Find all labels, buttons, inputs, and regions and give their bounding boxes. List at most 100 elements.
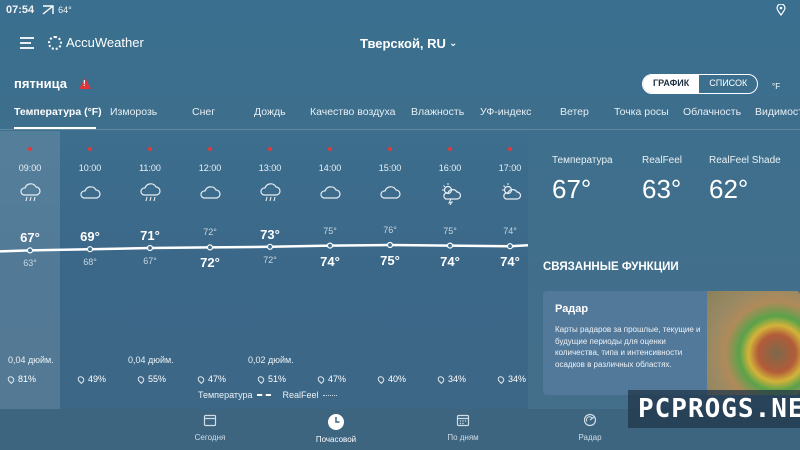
hour-humidity: 34%	[496, 374, 526, 384]
temperature-point	[266, 243, 274, 250]
hour-temperature: 67°	[20, 230, 40, 246]
tab-humidity[interactable]: Влажность	[411, 106, 464, 118]
view-toggle: ГРАФИК СПИСОК	[642, 74, 759, 94]
tab-rain[interactable]: Дождь	[254, 106, 286, 118]
hour-time: 16:00	[438, 163, 462, 173]
location-icon	[776, 4, 786, 16]
alert-dot	[268, 147, 272, 151]
hour-humidity: 55%	[136, 374, 166, 384]
cloud-icon	[80, 186, 101, 199]
chart-view-button[interactable]: ГРАФИК	[643, 75, 700, 93]
temperature-point	[506, 243, 514, 250]
nav-hourly-label: Почасовой	[315, 435, 357, 444]
hour-realfeel: 63°	[23, 258, 37, 269]
metric-tabs: Температура (°F) Изморозь Снег Дождь Кач…	[0, 98, 800, 130]
hour-humidity: 47%	[316, 374, 347, 384]
temperature-point	[146, 244, 154, 252]
tab-wind[interactable]: Ветер	[560, 106, 589, 118]
active-tab-indicator	[14, 127, 96, 129]
hour-humidity: 51%	[256, 374, 287, 384]
cloud-icon	[320, 186, 341, 199]
hour-realfeel: 74°	[320, 253, 340, 269]
cloud-icon	[380, 186, 401, 199]
hour-precipitation: 0,02 дюйм.	[248, 355, 294, 365]
hour-column[interactable]: 16:00	[420, 147, 480, 205]
metric-realfeel-value: 63°	[642, 174, 682, 204]
hour-column[interactable]: 12:00	[180, 147, 240, 205]
alert-dot	[208, 147, 212, 151]
alert-dot	[508, 147, 512, 151]
metric-temperature-label: Температура	[552, 155, 613, 166]
humidity-value: 34%	[448, 374, 467, 384]
droplet-icon	[6, 374, 16, 384]
radar-card[interactable]: Радар Карты радаров за прошлые, текущие …	[543, 291, 800, 395]
metric-temperature-value: 67°	[552, 174, 592, 204]
temperature-point	[26, 247, 34, 254]
nav-hourly[interactable]: Почасовой	[291, 413, 381, 444]
alert-dot	[28, 147, 32, 151]
hour-temperature: 73°	[260, 226, 280, 242]
nav-daily[interactable]: По дням	[418, 413, 508, 442]
droplet-icon	[316, 374, 326, 384]
hour-time: 12:00	[198, 163, 222, 173]
menu-icon[interactable]	[20, 37, 34, 49]
legend-temperature-line	[256, 394, 271, 396]
unit-label[interactable]: °F	[772, 82, 780, 91]
hour-temperature: 69°	[80, 229, 100, 245]
tab-cloud-cover[interactable]: Облачность	[683, 106, 741, 118]
city-name: Тверской, RU	[360, 36, 446, 51]
hour-column[interactable]: 13:00	[240, 147, 300, 205]
metric-temperature: Температура 67°	[552, 155, 613, 205]
hour-column[interactable]: 10:00	[60, 147, 120, 205]
hour-precipitation: 0,04 дюйм.	[128, 355, 174, 365]
hour-humidity: 34%	[436, 374, 467, 384]
nav-radar[interactable]: Радар	[545, 413, 635, 442]
legend-temperature: Температура	[198, 390, 253, 400]
tab-snow[interactable]: Снег	[192, 106, 215, 118]
droplet-icon	[496, 374, 506, 384]
hour-temperature-secondary: 75°	[323, 225, 337, 236]
humidity-value: 47%	[328, 374, 347, 384]
hourly-chart[interactable]: 09:00 67° 63° 0,04 дюйм. 81% 10:00 69° 68° 49% 11…	[0, 131, 528, 409]
nav-daily-label: По дням	[447, 433, 479, 442]
hour-column[interactable]: 14:00	[300, 147, 360, 205]
tab-visibility[interactable]: Видимость	[755, 106, 800, 118]
list-view-button[interactable]: СПИСОК	[699, 75, 757, 93]
tab-frost[interactable]: Изморозь	[110, 106, 157, 118]
hour-humidity: 49%	[76, 374, 106, 384]
app-header: AccuWeather Тверской, RU ⌄	[0, 28, 800, 60]
metric-realfeel-shade: RealFeel Shade 62°	[709, 155, 781, 205]
tab-uv-index[interactable]: УФ-индекс	[480, 106, 531, 118]
hour-temperature-secondary: 76°	[383, 225, 397, 235]
humidity-value: 51%	[268, 374, 287, 384]
hour-humidity: 40%	[376, 374, 406, 384]
status-time: 07:54	[6, 4, 35, 16]
hour-time: 09:00	[18, 163, 42, 173]
nav-today[interactable]: Сегодня	[165, 413, 255, 442]
tab-temperature[interactable]: Температура (°F)	[14, 106, 102, 118]
related-features-title: СВЯЗАННЫЕ ФУНКЦИИ	[543, 261, 679, 273]
hour-column[interactable]: 15:00	[360, 147, 420, 205]
alert-dot	[328, 147, 332, 151]
hour-realfeel: 72°	[200, 255, 220, 271]
tab-dew-point[interactable]: Точка росы	[614, 106, 669, 118]
status-temp: 64°	[58, 5, 72, 15]
warning-icon[interactable]	[79, 78, 92, 89]
alert-dot	[88, 147, 92, 151]
city-selector[interactable]: Тверской, RU ⌄	[360, 36, 457, 51]
metric-realfeel: RealFeel 63°	[642, 155, 682, 205]
temperature-point	[326, 242, 334, 249]
rain-icon	[20, 183, 41, 202]
brand-name: AccuWeather	[66, 35, 144, 50]
hour-time: 13:00	[258, 163, 282, 173]
hour-column[interactable]: 09:00	[0, 147, 60, 205]
chevron-down-icon: ⌄	[448, 38, 458, 49]
metric-realfeel-label: RealFeel	[642, 155, 683, 166]
sun-logo-icon	[48, 35, 62, 50]
hour-precipitation: 0,04 дюйм.	[8, 355, 54, 365]
tab-air-quality[interactable]: Качество воздуха	[310, 106, 395, 118]
hour-temperature: 71°	[140, 228, 160, 243]
droplet-icon	[376, 374, 386, 384]
hour-column[interactable]: 11:00	[120, 147, 180, 205]
radar-map-image	[707, 291, 800, 395]
